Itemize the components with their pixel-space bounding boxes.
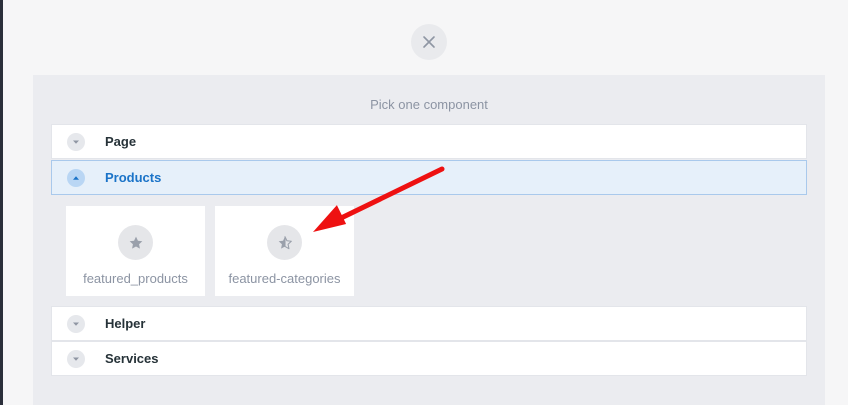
section-label: Page	[105, 134, 137, 149]
component-picker-panel: Pick one component Page Products feature…	[33, 75, 825, 405]
window-edge	[0, 0, 3, 405]
section-label: Services	[105, 351, 159, 366]
half-star-icon	[267, 225, 302, 260]
chevron-down-icon	[67, 132, 85, 151]
chevron-up-icon	[67, 168, 85, 187]
component-label: featured-categories	[228, 271, 341, 286]
component-card-featured-products[interactable]: featured_products	[66, 206, 205, 296]
chevron-down-icon	[67, 349, 85, 368]
section-page[interactable]: Page	[51, 124, 807, 159]
component-label: featured_products	[83, 271, 188, 286]
close-button[interactable]	[411, 24, 447, 60]
section-label: Products	[105, 170, 162, 185]
chevron-down-icon	[67, 314, 85, 333]
section-label: Helper	[105, 316, 146, 331]
component-card-featured-categories[interactable]: featured-categories	[215, 206, 354, 296]
section-products[interactable]: Products	[51, 160, 807, 195]
star-icon	[118, 225, 153, 260]
close-icon	[423, 36, 435, 48]
panel-title: Pick one component	[370, 97, 488, 112]
section-helper[interactable]: Helper	[51, 306, 807, 341]
section-services[interactable]: Services	[51, 341, 807, 376]
